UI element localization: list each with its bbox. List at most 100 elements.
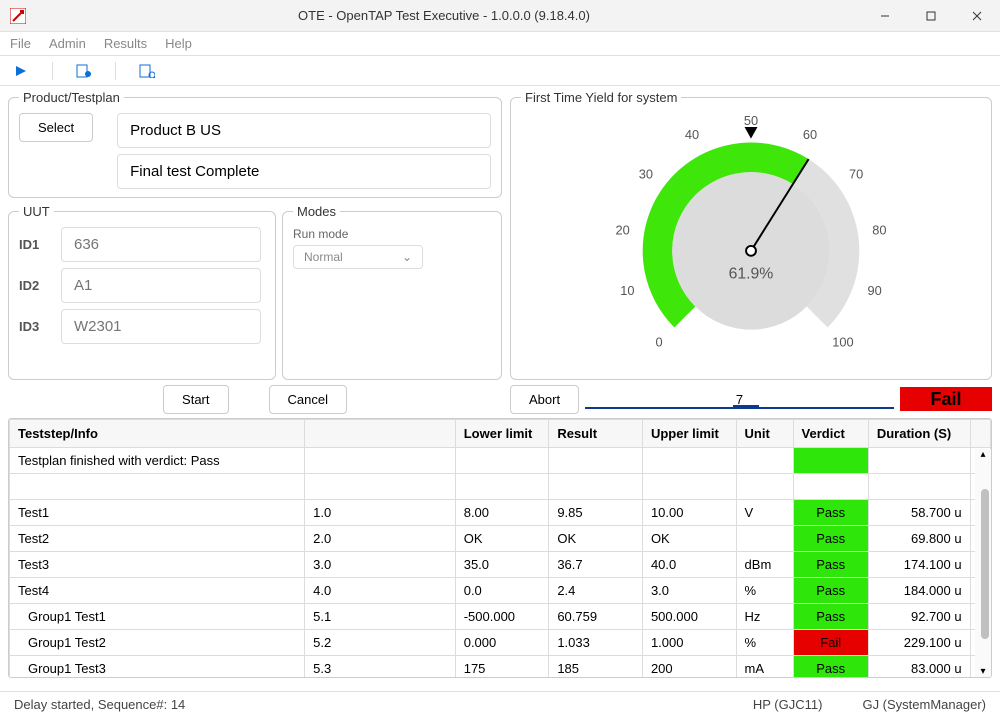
cell-lower: 175 — [455, 656, 549, 679]
col-result[interactable]: Result — [549, 420, 643, 448]
product-legend: Product/Testplan — [19, 90, 124, 105]
svg-text:90: 90 — [867, 283, 881, 298]
table-row[interactable]: Group1 Test3 5.3 175 185 200 mA Pass 83.… — [10, 656, 991, 679]
overall-verdict: Fail — [900, 387, 992, 411]
modes-group: Modes Run mode Normal ⌄ — [282, 204, 502, 380]
chevron-down-icon: ⌄ — [402, 250, 412, 264]
id3-label: ID3 — [19, 319, 53, 334]
select-button[interactable]: Select — [19, 113, 93, 142]
cell-seq: 4.0 — [305, 578, 456, 604]
play-icon[interactable] — [10, 60, 32, 82]
table-row[interactable]: Test4 4.0 0.0 2.4 3.0 % Pass 184.000 u — [10, 578, 991, 604]
cell-name: Test3 — [10, 552, 305, 578]
cell-duration: 229.100 u — [868, 630, 970, 656]
yield-legend: First Time Yield for system — [521, 90, 681, 105]
cell-duration: 174.100 u — [868, 552, 970, 578]
svg-text:50: 50 — [744, 113, 758, 128]
toolbar-separator — [115, 62, 116, 80]
cell-duration: 69.800 u — [868, 526, 970, 552]
col-verdict[interactable]: Verdict — [793, 420, 868, 448]
menu-admin[interactable]: Admin — [49, 36, 86, 51]
cell-unit: V — [736, 500, 793, 526]
abort-button[interactable]: Abort — [510, 385, 579, 414]
cell-name: Group1 Test3 — [10, 656, 305, 679]
cell-duration: 184.000 u — [868, 578, 970, 604]
col-upper[interactable]: Upper limit — [642, 420, 736, 448]
cell-unit: % — [736, 630, 793, 656]
table-row[interactable]: Test1 1.0 8.00 9.85 10.00 V Pass 58.700 … — [10, 500, 991, 526]
scroll-thumb[interactable] — [981, 489, 989, 639]
cell-name: Group1 Test1 — [10, 604, 305, 630]
cell-seq: 5.2 — [305, 630, 456, 656]
col-teststep[interactable]: Teststep/Info — [10, 420, 305, 448]
testplan-icon[interactable] — [73, 60, 95, 82]
svg-text:70: 70 — [849, 166, 863, 181]
cell-unit: % — [736, 578, 793, 604]
col-duration[interactable]: Duration (S) — [868, 420, 970, 448]
close-button[interactable] — [954, 0, 1000, 32]
cell-verdict: Pass — [793, 578, 868, 604]
id3-input[interactable] — [61, 309, 261, 344]
cell-unit: mA — [736, 656, 793, 679]
col-unit[interactable]: Unit — [736, 420, 793, 448]
menu-results[interactable]: Results — [104, 36, 147, 51]
progress-indicator: 7 — [585, 389, 894, 409]
cell-result: 1.033 — [549, 630, 643, 656]
cell-unit — [736, 526, 793, 552]
table-row[interactable]: Test2 2.0 OK OK OK Pass 69.800 u — [10, 526, 991, 552]
cell-upper: 10.00 — [642, 500, 736, 526]
modes-legend: Modes — [293, 204, 340, 219]
scroll-up-icon[interactable]: ▴ — [980, 449, 985, 460]
svg-text:10: 10 — [620, 283, 634, 298]
statusbar: Delay started, Sequence#: 14 HP (GJC11) … — [0, 691, 1000, 717]
svg-text:30: 30 — [639, 166, 653, 181]
cell-result: OK — [549, 526, 643, 552]
cell-result: 9.85 — [549, 500, 643, 526]
cancel-button[interactable]: Cancel — [269, 385, 347, 414]
runmode-dropdown[interactable]: Normal ⌄ — [293, 245, 423, 269]
menu-file[interactable]: File — [10, 36, 31, 51]
menu-help[interactable]: Help — [165, 36, 192, 51]
id2-input[interactable] — [61, 268, 261, 303]
svg-text:100: 100 — [832, 335, 853, 350]
col-seq[interactable] — [305, 420, 456, 448]
scroll-down-icon[interactable]: ▾ — [980, 666, 985, 677]
table-row[interactable]: Group1 Test1 5.1 -500.000 60.759 500.000… — [10, 604, 991, 630]
cell-name: Test2 — [10, 526, 305, 552]
product-field[interactable]: Product B US — [117, 113, 491, 148]
svg-text:61.9%: 61.9% — [729, 265, 774, 282]
window-title: OTE - OpenTAP Test Executive - 1.0.0.0 (… — [26, 8, 862, 23]
cell-lower: OK — [455, 526, 549, 552]
scrollbar[interactable]: ▴ ▾ — [975, 449, 991, 677]
start-button[interactable]: Start — [163, 385, 228, 414]
app-icon — [10, 8, 26, 24]
col-lower[interactable]: Lower limit — [455, 420, 549, 448]
cell-result: 60.759 — [549, 604, 643, 630]
id1-input[interactable] — [61, 227, 261, 262]
minimize-button[interactable] — [862, 0, 908, 32]
cell-verdict: Pass — [793, 552, 868, 578]
status-device: HP (GJC11) — [753, 697, 823, 712]
uut-group: UUT ID1 ID2 ID3 — [8, 204, 276, 380]
cell-upper: OK — [642, 526, 736, 552]
cell-verdict: Fail — [793, 630, 868, 656]
titlebar: OTE - OpenTAP Test Executive - 1.0.0.0 (… — [0, 0, 1000, 32]
status-left: Delay started, Sequence#: 14 — [14, 697, 185, 712]
grid-info-row: Testplan finished with verdict: Pass — [10, 448, 991, 474]
cell-verdict: Pass — [793, 656, 868, 679]
report-icon[interactable] — [136, 60, 158, 82]
cell-duration: 83.000 u — [868, 656, 970, 679]
cell-upper: 40.0 — [642, 552, 736, 578]
maximize-button[interactable] — [908, 0, 954, 32]
cell-verdict: Pass — [793, 526, 868, 552]
cell-duration: 92.700 u — [868, 604, 970, 630]
table-row[interactable]: Group1 Test2 5.2 0.000 1.033 1.000 % Fai… — [10, 630, 991, 656]
testplan-field[interactable]: Final test Complete — [117, 154, 491, 189]
product-testplan-group: Product/Testplan Select Product B US Fin… — [8, 90, 502, 198]
menubar: File Admin Results Help — [0, 32, 1000, 56]
cell-upper: 500.000 — [642, 604, 736, 630]
cell-seq: 5.3 — [305, 656, 456, 679]
yield-gauge: 010203040506070809010061.9% — [521, 113, 981, 369]
table-row[interactable]: Test3 3.0 35.0 36.7 40.0 dBm Pass 174.10… — [10, 552, 991, 578]
grid-header-row: Teststep/Info Lower limit Result Upper l… — [10, 420, 991, 448]
